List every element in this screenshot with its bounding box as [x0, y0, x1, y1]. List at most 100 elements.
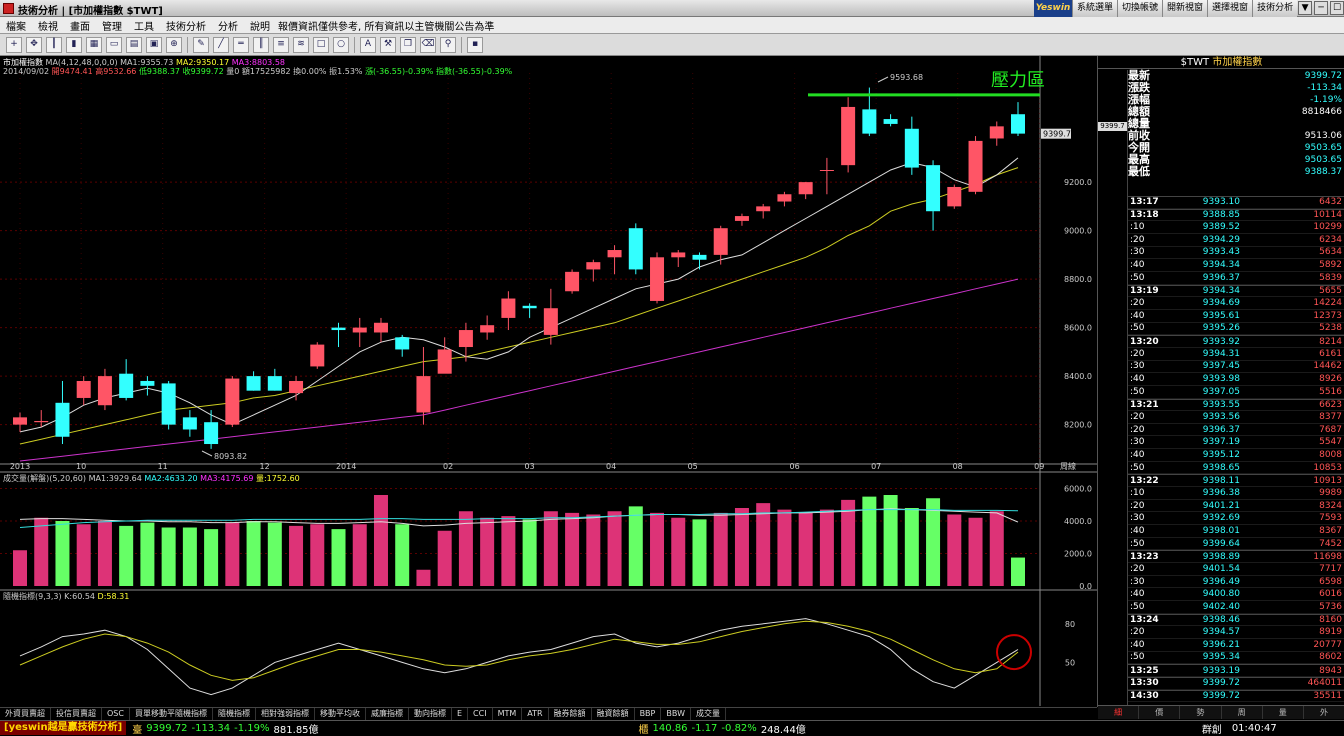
tick-row[interactable]: :50 9398.65 10853: [1128, 462, 1344, 475]
tick-row[interactable]: :40 9400.80 6016: [1128, 588, 1344, 601]
indicator-tab[interactable]: MTM: [493, 708, 523, 720]
quote-tab[interactable]: 周: [1222, 706, 1263, 719]
tick-list[interactable]: 13:17 9393.10 6432 13:18 9388.85 10114:10 9389…: [1128, 196, 1344, 703]
tech-analysis-button[interactable]: 技術分析: [1252, 0, 1298, 17]
tick-row[interactable]: 13:24 9398.46 8160: [1128, 613, 1344, 627]
quote-tab[interactable]: 勢: [1180, 706, 1222, 719]
tick-row[interactable]: :40 9395.12 8008: [1128, 449, 1344, 462]
ellipse-icon[interactable]: ○: [333, 36, 349, 53]
indicator-tab[interactable]: BBP: [635, 708, 662, 720]
channel-icon[interactable]: ≡: [273, 36, 289, 53]
tick-row[interactable]: 13:21 9393.55 6623: [1128, 398, 1344, 412]
grid-icon[interactable]: ▦: [86, 36, 102, 53]
tick-row[interactable]: :10 9396.38 9989: [1128, 487, 1344, 500]
tick-row[interactable]: 13:19 9394.34 5655: [1128, 284, 1344, 298]
move-icon[interactable]: ✥: [26, 36, 42, 53]
pin-icon[interactable]: ⚲: [440, 36, 456, 53]
tick-row[interactable]: 13:22 9398.11 10913: [1128, 474, 1344, 488]
indicator-tab[interactable]: 移動平均收: [315, 708, 366, 720]
window2-icon[interactable]: ▣: [146, 36, 162, 53]
tick-row[interactable]: :40 9394.34 5892: [1128, 259, 1344, 272]
erase-icon[interactable]: ⌫: [420, 36, 436, 53]
tick-row[interactable]: :30 9397.19 5547: [1128, 436, 1344, 450]
indicator-tab[interactable]: BBW: [661, 708, 691, 720]
tick-row[interactable]: :30 9397.45 14462: [1128, 361, 1344, 374]
indicator-tab[interactable]: ATR: [522, 708, 549, 720]
pen-icon[interactable]: ✎: [193, 36, 209, 53]
quote-tab[interactable]: 價: [1139, 706, 1181, 719]
menu-help[interactable]: 說明: [244, 18, 276, 33]
group-label[interactable]: 群創: [1202, 721, 1222, 736]
panel-icon[interactable]: ▤: [126, 36, 142, 53]
new-window-button[interactable]: 開新視窗: [1162, 0, 1208, 17]
tick-row[interactable]: :50 9396.37 5839: [1128, 272, 1344, 285]
indicator-tab[interactable]: 威廉指標: [366, 708, 409, 720]
indicator-tab[interactable]: CCI: [468, 708, 493, 720]
quote-tab[interactable]: 細: [1098, 706, 1140, 719]
line-icon[interactable]: ╱: [213, 36, 229, 53]
copy-icon[interactable]: ❐: [400, 36, 416, 53]
zoom-icon[interactable]: ⊕: [166, 36, 182, 53]
indicator-tab[interactable]: 成交量: [691, 708, 726, 720]
indicator-tab[interactable]: E: [452, 708, 469, 720]
tick-row[interactable]: :20 9394.69 14224: [1128, 297, 1344, 310]
tools-icon[interactable]: ⚒: [380, 36, 396, 53]
switch-account-button[interactable]: 切換帳號: [1117, 0, 1163, 17]
tick-row[interactable]: :40 9395.61 12373: [1128, 310, 1344, 323]
tick-row[interactable]: :20 9394.31 6161: [1128, 348, 1344, 361]
tick-row[interactable]: 13:18 9388.85 10114: [1128, 208, 1344, 222]
rect-icon[interactable]: □: [313, 36, 329, 53]
menu-manage[interactable]: 管理: [96, 18, 128, 33]
indicator-tab[interactable]: 融資餘額: [592, 708, 635, 720]
window-icon[interactable]: ▭: [106, 36, 122, 53]
tick-row[interactable]: 13:30 9399.72 464011: [1128, 676, 1344, 690]
tick-row[interactable]: :50 9402.40 5736: [1128, 601, 1344, 614]
tick-row[interactable]: :40 9398.01 8367: [1128, 525, 1344, 538]
indicator-tab[interactable]: 融券餘額: [549, 708, 592, 720]
tick-row[interactable]: 13:23 9398.89 11698: [1128, 550, 1344, 564]
save-icon[interactable]: ▪: [467, 36, 483, 53]
tick-row[interactable]: :50 9395.34 8602: [1128, 652, 1344, 665]
menu-technical[interactable]: 技術分析: [160, 18, 212, 33]
tick-row[interactable]: :20 9401.21 8324: [1128, 500, 1344, 513]
tick-row[interactable]: :40 9396.21 20777: [1128, 639, 1344, 652]
hline-icon[interactable]: ═: [233, 36, 249, 53]
indicator-tab[interactable]: OSC: [102, 708, 130, 720]
quote-tab[interactable]: 量: [1263, 706, 1304, 719]
select-window-button[interactable]: 選擇視窗: [1207, 0, 1253, 17]
indicator-tab[interactable]: 外資買賣超: [0, 708, 51, 720]
tick-row[interactable]: :10 9389.52 10299: [1128, 221, 1344, 234]
tick-row[interactable]: :40 9393.98 8926: [1128, 373, 1344, 386]
menu-analysis[interactable]: 分析: [212, 18, 244, 33]
text-icon[interactable]: A: [360, 36, 376, 53]
tick-row[interactable]: :20 9393.56 8377: [1128, 411, 1344, 424]
indicator-tab[interactable]: 相對強弱指標: [256, 708, 315, 720]
tick-row[interactable]: :50 9399.64 7452: [1128, 538, 1344, 551]
tick-row[interactable]: :30 9393.43 5634: [1128, 247, 1344, 260]
menu-screen[interactable]: 畫面: [64, 18, 96, 33]
tick-row[interactable]: 13:17 9393.10 6432: [1128, 196, 1344, 209]
tick-row[interactable]: :50 9395.26 5238: [1128, 323, 1344, 336]
menu-view[interactable]: 檢視: [32, 18, 64, 33]
system-menu-button[interactable]: 系統選單: [1072, 0, 1118, 17]
tick-row[interactable]: :30 9396.49 6598: [1128, 576, 1344, 589]
indicator-tab[interactable]: 投信買賣超: [51, 708, 102, 720]
tick-row[interactable]: :20 9394.57 8919: [1128, 626, 1344, 639]
vline-icon[interactable]: ║: [253, 36, 269, 53]
quote-tab[interactable]: 外: [1304, 706, 1344, 719]
indicator-tab[interactable]: 買單移動平隨機指標: [130, 708, 213, 720]
menu-file[interactable]: 檔案: [0, 18, 32, 33]
cross-icon[interactable]: +: [6, 36, 22, 53]
menu-tools[interactable]: 工具: [128, 18, 160, 33]
tick-row[interactable]: :30 9392.69 7593: [1128, 512, 1344, 526]
minimize-icon[interactable]: ─: [1314, 1, 1329, 15]
indicator-tab[interactable]: 動向指標: [409, 708, 452, 720]
candle-icon[interactable]: ▮: [66, 36, 82, 53]
maximize-icon[interactable]: ☐: [1330, 1, 1344, 15]
indicator-tab[interactable]: 隨機指標: [213, 708, 256, 720]
tick-row[interactable]: :20 9401.54 7717: [1128, 563, 1344, 576]
fib-icon[interactable]: ≋: [293, 36, 309, 53]
tick-row[interactable]: :20 9394.29 6234: [1128, 234, 1344, 247]
tick-row[interactable]: 13:25 9393.19 8943: [1128, 664, 1344, 677]
tick-row[interactable]: 14:30 9399.72 35511: [1128, 689, 1344, 703]
